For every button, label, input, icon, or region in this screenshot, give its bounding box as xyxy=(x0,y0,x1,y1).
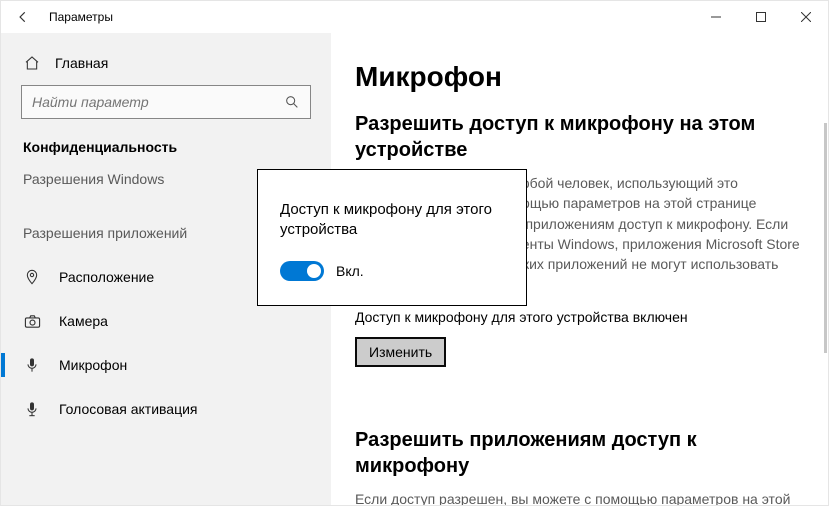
microphone-access-popup: Доступ к микрофону для этого устройства … xyxy=(257,169,527,306)
microphone-icon xyxy=(23,357,41,373)
sidebar-item-label: Расположение xyxy=(59,269,154,285)
page-title: Микрофон xyxy=(355,61,804,93)
voice-icon xyxy=(23,401,41,417)
search-input[interactable] xyxy=(32,94,284,110)
titlebar: Параметры xyxy=(1,1,828,33)
toggle-knob xyxy=(307,264,321,278)
close-button[interactable] xyxy=(783,1,828,33)
popup-title: Доступ к микрофону для этого устройства xyxy=(280,200,504,241)
search-input-container[interactable] xyxy=(21,85,311,119)
home-icon xyxy=(23,55,41,71)
change-button[interactable]: Изменить xyxy=(355,337,446,367)
search-icon xyxy=(284,94,300,110)
sidebar-home-label: Главная xyxy=(55,55,108,71)
scrollbar[interactable] xyxy=(824,123,827,353)
back-button[interactable] xyxy=(1,1,45,33)
sidebar-group-privacy[interactable]: Конфиденциальность xyxy=(21,119,311,161)
toggle-state-label: Вкл. xyxy=(336,263,364,279)
section2-description: Если доступ разрешен, вы можете с помощь… xyxy=(355,489,804,505)
sidebar-item-label: Камера xyxy=(59,313,108,329)
section1-title: Разрешить доступ к микрофону на этом уст… xyxy=(355,111,804,163)
camera-icon xyxy=(23,313,41,330)
sidebar-item-camera[interactable]: Камера xyxy=(21,299,311,343)
sidebar-item-voice-activation[interactable]: Голосовая активация xyxy=(21,387,311,431)
sidebar-item-label: Микрофон xyxy=(59,357,127,373)
access-status: Доступ к микрофону для этого устройства … xyxy=(355,309,804,325)
section2-title: Разрешить приложениям доступ к микрофону xyxy=(355,427,804,479)
sidebar-item-label: Голосовая активация xyxy=(59,401,198,417)
sidebar-item-microphone[interactable]: Микрофон xyxy=(21,343,311,387)
microphone-access-toggle[interactable] xyxy=(280,261,324,281)
location-icon xyxy=(23,269,41,285)
window-title: Параметры xyxy=(45,10,113,24)
minimize-button[interactable] xyxy=(693,1,738,33)
maximize-button[interactable] xyxy=(738,1,783,33)
sidebar-home[interactable]: Главная xyxy=(21,45,311,85)
